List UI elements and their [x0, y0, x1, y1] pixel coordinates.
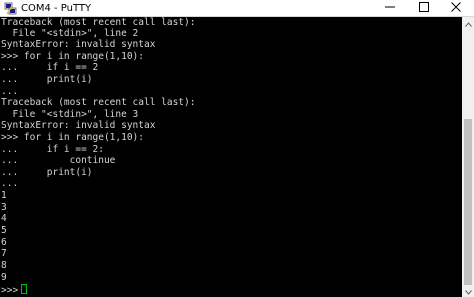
terminal-line: Traceback (most recent call last): [1, 17, 196, 28]
scroll-up-button[interactable] [462, 17, 474, 29]
terminal-line: File "<stdin>", line 2 [1, 28, 139, 39]
terminal-line: ... print(i) [1, 167, 93, 178]
terminal-line: ... print(i) [1, 74, 93, 85]
terminal-line: ... [1, 178, 19, 189]
terminal-line: ... if i == 2 [1, 62, 99, 73]
terminal-line: 4 [1, 213, 7, 224]
chevron-up-icon [464, 14, 472, 32]
terminal-line: 6 [1, 237, 7, 248]
terminal-line: 9 [1, 272, 7, 283]
terminal-line: 1 [1, 190, 7, 201]
title-bar[interactable]: COM4 - PuTTY [0, 0, 474, 17]
terminal-line: ... if i == 2: [1, 144, 104, 155]
terminal-line: 5 [1, 225, 7, 236]
terminal-line: ... continue [1, 155, 116, 166]
scrollbar-thumb[interactable] [464, 119, 472, 285]
terminal-line: File "<stdin>", line 3 [1, 109, 139, 120]
scroll-down-button[interactable] [462, 285, 474, 297]
maximize-icon [419, 0, 429, 17]
putty-window: COM4 - PuTTY Traceback (most recent call… [0, 0, 474, 297]
terminal-line: Traceback (most recent call last): [1, 97, 196, 108]
prompt: >>> [1, 285, 19, 296]
close-icon [451, 0, 461, 17]
chevron-down-icon [464, 282, 472, 297]
terminal-line: >>> for i in range(1,10): [1, 51, 144, 62]
terminal-line: SyntaxError: invalid syntax [1, 39, 156, 50]
prompt-line[interactable]: >>> [1, 284, 28, 296]
terminal-line: 8 [1, 260, 7, 271]
terminal-line: 3 [1, 202, 7, 213]
text-cursor [21, 284, 28, 294]
putty-icon[interactable] [4, 2, 17, 15]
vertical-scrollbar[interactable] [462, 17, 474, 297]
window-title: COM4 - PuTTY [21, 3, 92, 14]
terminal-line: ... [1, 86, 19, 97]
terminal-line: SyntaxError: invalid syntax [1, 120, 156, 131]
minimize-icon [385, 0, 395, 17]
maximize-button[interactable] [410, 0, 438, 16]
terminal-output[interactable]: Traceback (most recent call last): File … [0, 17, 462, 297]
terminal-line: 7 [1, 248, 7, 259]
minimize-button[interactable] [376, 0, 404, 16]
terminal-line: >>> for i in range(1,10): [1, 132, 144, 143]
